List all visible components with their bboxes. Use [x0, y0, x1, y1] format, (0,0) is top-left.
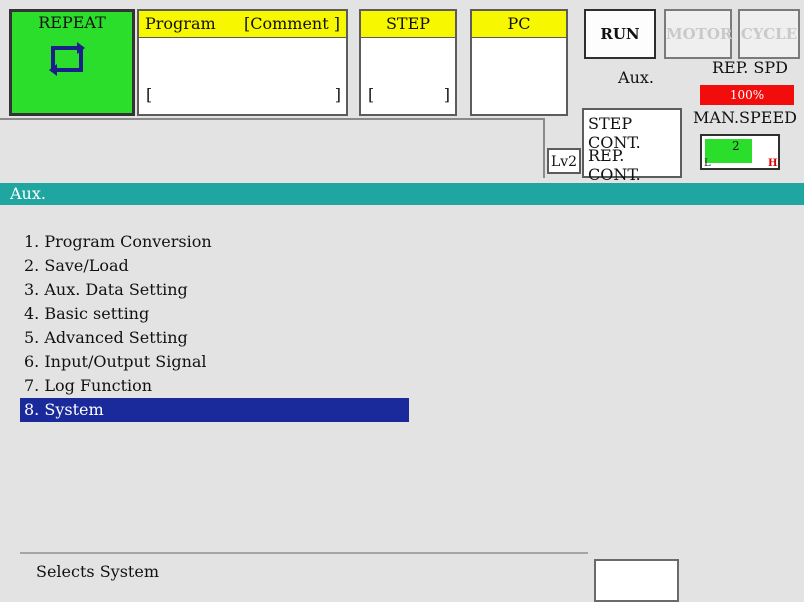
menu-item-aux-data-setting[interactable]: 3. Aux. Data Setting	[20, 278, 420, 302]
pc-panel[interactable]: PC	[470, 9, 568, 116]
status-bar: Selects System	[20, 552, 588, 602]
man-speed-label: MAN.SPEED	[693, 108, 797, 127]
program-bracket-open: [	[146, 85, 153, 104]
step-label: STEP	[361, 11, 455, 38]
man-speed-level: 2	[732, 139, 740, 153]
rep-spd-value[interactable]: 100%	[700, 85, 794, 105]
motor-button[interactable]: MOTOR	[664, 9, 732, 59]
level-indicator: Lv2	[547, 148, 581, 174]
menu-item-system[interactable]: 8. System	[20, 398, 409, 422]
pc-label: PC	[472, 11, 566, 38]
man-speed-fill	[705, 139, 752, 163]
step-bracket-close: ]	[443, 85, 450, 104]
aux-menu: 1. Program Conversion 2. Save/Load 3. Au…	[20, 230, 420, 422]
repeat-mode-panel[interactable]: REPEAT	[9, 9, 135, 116]
menu-item-save-load[interactable]: 2. Save/Load	[20, 254, 420, 278]
menu-item-basic-setting[interactable]: 4. Basic setting	[20, 302, 420, 326]
menu-item-program-conversion[interactable]: 1. Program Conversion	[20, 230, 420, 254]
repeat-icon	[49, 42, 85, 76]
man-speed-indicator[interactable]: 2 L H	[700, 134, 780, 170]
message-area	[0, 118, 545, 178]
program-panel[interactable]: Program [Comment ] [ ]	[137, 9, 348, 116]
input-box[interactable]	[594, 559, 679, 602]
aux-mode-label: Aux.	[618, 68, 654, 87]
man-speed-min-label: L	[704, 158, 711, 169]
run-button[interactable]: RUN	[584, 9, 656, 59]
cycle-button[interactable]: CYCLE	[738, 9, 800, 59]
menu-item-input-output-signal[interactable]: 6. Input/Output Signal	[20, 350, 420, 374]
program-bracket-close: ]	[334, 85, 341, 104]
program-label: Program	[145, 14, 216, 33]
step-bracket-open: [	[368, 85, 375, 104]
rep-cont-label: REP. CONT.	[588, 146, 641, 184]
menu-item-log-function[interactable]: 7. Log Function	[20, 374, 420, 398]
continuity-panel[interactable]: STEP CONT. REP. CONT.	[582, 108, 682, 184]
aux-section-header: Aux.	[0, 183, 804, 205]
status-text: Selects System	[36, 562, 159, 581]
menu-item-advanced-setting[interactable]: 5. Advanced Setting	[20, 326, 420, 350]
comment-label: [Comment ]	[244, 14, 340, 33]
step-panel[interactable]: STEP [ ]	[359, 9, 457, 116]
repeat-label: REPEAT	[38, 13, 106, 32]
man-speed-max-label: H	[768, 158, 778, 169]
rep-spd-label: REP. SPD	[712, 58, 788, 77]
